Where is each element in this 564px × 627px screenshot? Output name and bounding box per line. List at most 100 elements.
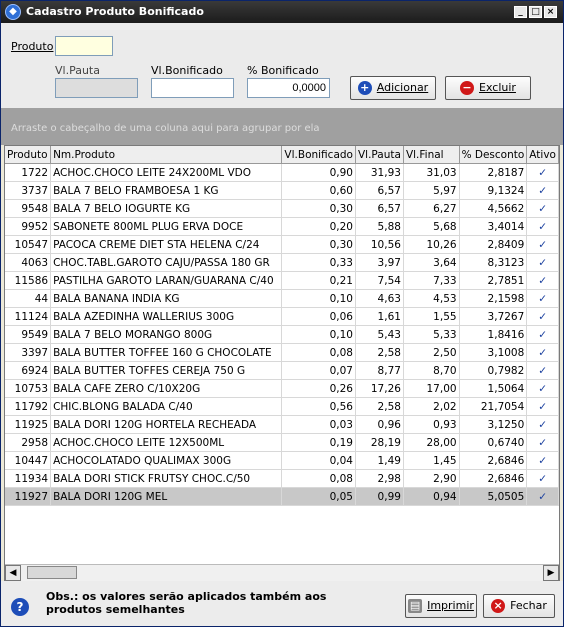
cell-value: 0,94 <box>403 487 460 506</box>
table-row[interactable]: 3737 BALA 7 BELO FRAMBOESA 1 KG 0,60 6,57 5,… <box>5 181 559 200</box>
empty-cell <box>403 506 459 524</box>
column-header[interactable]: % Desconto <box>459 146 528 164</box>
cell-value: 4,53 <box>403 289 460 308</box>
cell-value: 0,7982 <box>459 361 528 380</box>
products-grid[interactable]: Produto Nm.Produto Vl.Bonificado Vl.Pauta Vl… <box>4 145 560 581</box>
cell-product-name: BALA BANANA INDIA KG <box>50 289 283 308</box>
scroll-left-icon[interactable]: ◀ <box>5 565 21 581</box>
cell-value: 6924 <box>5 361 52 380</box>
pct-bonificado-label: % Bonificado <box>247 64 319 77</box>
excluir-label: Excluir <box>479 81 516 94</box>
cell-value: 3,1250 <box>459 415 528 434</box>
table-row[interactable]: 11586 PASTILHA GAROTO LARAN/GUARANA C/40 0… <box>5 271 559 290</box>
cell-value: 0,10 <box>281 289 356 308</box>
column-header[interactable]: Ativo <box>526 146 559 164</box>
cell-value: 0,90 <box>281 163 356 182</box>
cell-value: 11925 <box>5 415 52 434</box>
cell-product-name: CHOC.TABL.GAROTO CAJU/PASSA 180 GR <box>50 253 283 272</box>
active-check-icon: ✓ <box>526 181 559 200</box>
table-row[interactable]: 11792 CHIC.BLONG BALADA C/40 0,56 2,58 2,02 2… <box>5 397 559 416</box>
cell-value: 31,03 <box>403 163 460 182</box>
column-header[interactable]: Vl.Bonificado <box>281 146 356 164</box>
cell-value: 11586 <box>5 271 52 290</box>
vlbonificado-label: Vl.Bonificado <box>151 64 223 77</box>
column-header[interactable]: Vl.Final <box>403 146 460 164</box>
active-check-icon: ✓ <box>526 325 559 344</box>
cell-product-name: ACHOC.CHOCO LEITE 24X200ML VDO <box>50 163 283 182</box>
table-row[interactable]: 1722 ACHOC.CHOCO LEITE 24X200ML VDO 0,90 31… <box>5 163 559 182</box>
title-bar[interactable]: ◆ Cadastro Produto Bonificado _ □ × <box>1 1 563 23</box>
cell-value: 0,30 <box>281 235 356 254</box>
table-row[interactable]: 9549 BALA 7 BELO MORANGO 800G 0,10 5,43 5,33… <box>5 325 559 344</box>
scroll-thumb[interactable] <box>27 566 77 579</box>
empty-cell <box>5 523 51 540</box>
active-check-icon: ✓ <box>526 379 559 398</box>
empty-row <box>5 540 559 557</box>
produto-input[interactable] <box>55 36 113 56</box>
vlbonificado-input[interactable] <box>151 78 234 98</box>
table-row[interactable]: 10547 PACOCA CREME DIET STA HELENA C/24 0,… <box>5 235 559 254</box>
table-row[interactable]: 11927 BALA DORI 120G MEL 0,05 0,99 0,94 5,050… <box>5 487 559 506</box>
column-header[interactable]: Produto <box>5 146 52 164</box>
cell-value: 6,27 <box>403 199 460 218</box>
table-row[interactable]: 44 BALA BANANA INDIA KG 0,10 4,63 4,53 2,1598… <box>5 289 559 308</box>
active-check-icon: ✓ <box>526 199 559 218</box>
group-by-bar[interactable]: Arraste o cabeçalho de uma coluna aqui p… <box>1 108 563 145</box>
adicionar-button[interactable]: + Adicionar <box>350 76 436 100</box>
cell-value: 3,1008 <box>459 343 528 362</box>
maximize-button[interactable]: □ <box>529 6 542 18</box>
table-row[interactable]: 10447 ACHOCOLATADO QUALIMAX 300G 0,04 1,49 1… <box>5 451 559 470</box>
cell-value: 2,6846 <box>459 469 528 488</box>
pct-bonificado-input[interactable] <box>247 78 330 98</box>
main-window: ◆ Cadastro Produto Bonificado _ □ × Prod… <box>0 0 564 627</box>
empty-cell <box>459 540 527 557</box>
cell-value: 6,57 <box>355 181 404 200</box>
scroll-right-icon[interactable]: ▶ <box>543 565 559 581</box>
cell-value: 0,30 <box>281 199 356 218</box>
cell-value: 1,55 <box>403 307 460 326</box>
plus-icon: + <box>357 81 372 95</box>
cell-value: 1,8416 <box>459 325 528 344</box>
cell-value: 9952 <box>5 217 52 236</box>
active-check-icon: ✓ <box>526 397 559 416</box>
cell-value: 8,3123 <box>459 253 528 272</box>
cell-value: 1,49 <box>355 451 404 470</box>
excluir-button[interactable]: − Excluir <box>445 76 531 100</box>
cell-value: 0,05 <box>281 487 356 506</box>
cell-value: 0,60 <box>281 181 356 200</box>
cell-value: 0,20 <box>281 217 356 236</box>
table-row[interactable]: 11925 BALA DORI 120G HORTELA RECHEADA 0,03… <box>5 415 559 434</box>
empty-cell <box>355 506 403 524</box>
products-table: Produto Nm.Produto Vl.Bonificado Vl.Pauta Vl… <box>5 146 559 557</box>
column-header[interactable]: Vl.Pauta <box>355 146 404 164</box>
table-row[interactable]: 3397 BALA BUTTER TOFFEE 160 G CHOCOLATE 0,… <box>5 343 559 362</box>
empty-cell <box>355 540 403 557</box>
table-row[interactable]: 11934 BALA DORI STICK FRUTSY CHOC.C/50 0,0… <box>5 469 559 488</box>
grid-header-row: Produto Nm.Produto Vl.Bonificado Vl.Pauta Vl… <box>5 146 559 164</box>
minimize-button[interactable]: _ <box>514 6 527 18</box>
table-row[interactable]: 6924 BALA BUTTER TOFFES CEREJA 750 G 0,07 8… <box>5 361 559 380</box>
column-header[interactable]: Nm.Produto <box>50 146 283 164</box>
table-row[interactable]: 9548 BALA 7 BELO IOGURTE KG 0,30 6,57 6,27 4,… <box>5 199 559 218</box>
table-row[interactable]: 4063 CHOC.TABL.GAROTO CAJU/PASSA 180 GR 0,… <box>5 253 559 272</box>
cell-value: 10,26 <box>403 235 460 254</box>
help-icon[interactable]: ? <box>11 598 29 616</box>
cell-value: 2,8409 <box>459 235 528 254</box>
cell-value: 1,5064 <box>459 379 528 398</box>
horizontal-scrollbar[interactable]: ◀ ▶ <box>5 564 559 581</box>
empty-cell <box>5 506 51 524</box>
cell-value: 0,06 <box>281 307 356 326</box>
table-row[interactable]: 2958 ACHOC.CHOCO LEITE 12X500ML 0,19 28,19 2… <box>5 433 559 452</box>
close-button[interactable]: × <box>544 6 557 18</box>
cell-value: 0,93 <box>403 415 460 434</box>
active-check-icon: ✓ <box>526 487 559 506</box>
imprimir-button[interactable]: ▤ Imprimir <box>405 594 477 618</box>
table-row[interactable]: 11124 BALA AZEDINHA WALLERIUS 300G 0,06 1,6… <box>5 307 559 326</box>
footer-panel: ? Obs.: os valores serão aplicados també… <box>1 581 563 626</box>
empty-cell <box>51 523 282 540</box>
table-row[interactable]: 10753 BALA CAFE ZERO C/10X20G 0,26 17,26 17,… <box>5 379 559 398</box>
vlpauta-input <box>55 78 138 98</box>
cell-value: 2,58 <box>355 343 404 362</box>
fechar-button[interactable]: × Fechar <box>483 594 555 618</box>
table-row[interactable]: 9952 SABONETE 800ML PLUG ERVA DOCE 0,20 5,8… <box>5 217 559 236</box>
